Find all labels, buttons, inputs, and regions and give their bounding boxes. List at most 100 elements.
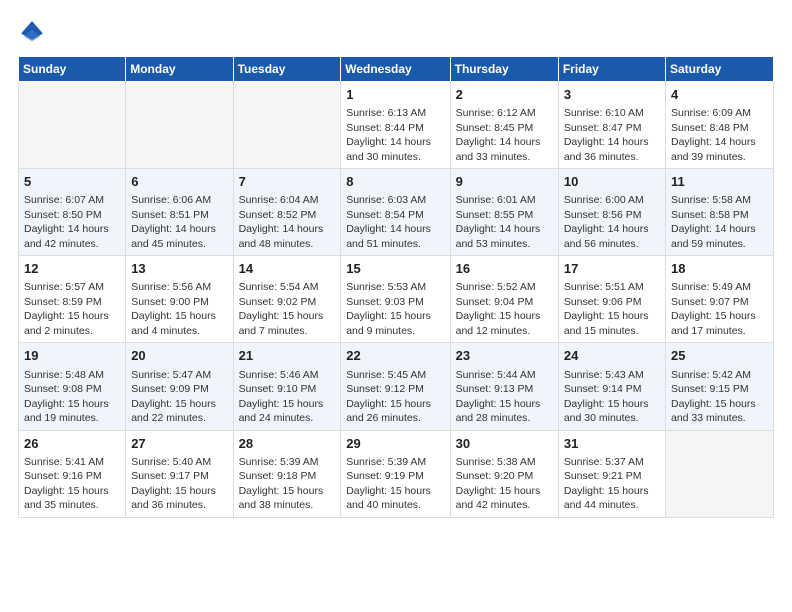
day-cell: 11 Sunrise: 5:58 AM Sunset: 8:58 PM Dayli… (666, 169, 774, 256)
day-info: Sunrise: 5:42 AM Sunset: 9:15 PM Dayligh… (671, 368, 768, 426)
day-info: Sunrise: 6:12 AM Sunset: 8:45 PM Dayligh… (456, 106, 553, 164)
day-info: Sunrise: 5:57 AM Sunset: 8:59 PM Dayligh… (24, 280, 120, 338)
day-info: Sunrise: 6:00 AM Sunset: 8:56 PM Dayligh… (564, 193, 660, 251)
day-cell: 1 Sunrise: 6:13 AM Sunset: 8:44 PM Daylig… (341, 82, 450, 169)
day-cell: 26 Sunrise: 5:41 AM Sunset: 9:16 PM Dayli… (19, 430, 126, 517)
day-cell (126, 82, 233, 169)
day-cell: 31 Sunrise: 5:37 AM Sunset: 9:21 PM Dayli… (558, 430, 665, 517)
week-row-3: 19 Sunrise: 5:48 AM Sunset: 9:08 PM Dayli… (19, 343, 774, 430)
day-cell: 9 Sunrise: 6:01 AM Sunset: 8:55 PM Daylig… (450, 169, 558, 256)
weekday-header-friday: Friday (558, 57, 665, 82)
day-number: 2 (456, 86, 553, 104)
day-cell: 24 Sunrise: 5:43 AM Sunset: 9:14 PM Dayli… (558, 343, 665, 430)
day-cell: 28Sunrise: 5:39 AM Sunset: 9:18 PM Dayli… (233, 430, 341, 517)
day-number: 14 (239, 260, 336, 278)
day-cell: 3 Sunrise: 6:10 AM Sunset: 8:47 PM Daylig… (558, 82, 665, 169)
day-number: 30 (456, 435, 553, 453)
day-cell: 2 Sunrise: 6:12 AM Sunset: 8:45 PM Daylig… (450, 82, 558, 169)
week-row-1: 5 Sunrise: 6:07 AM Sunset: 8:50 PM Daylig… (19, 169, 774, 256)
day-info: Sunrise: 5:58 AM Sunset: 8:58 PM Dayligh… (671, 193, 768, 251)
logo-icon (18, 18, 46, 46)
day-info: Sunrise: 6:06 AM Sunset: 8:51 PM Dayligh… (131, 193, 227, 251)
day-info: Sunrise: 5:37 AM Sunset: 9:21 PM Dayligh… (564, 455, 660, 513)
day-cell (233, 82, 341, 169)
day-info: Sunrise: 6:03 AM Sunset: 8:54 PM Dayligh… (346, 193, 444, 251)
day-cell (19, 82, 126, 169)
day-number: 4 (671, 86, 768, 104)
day-info: Sunrise: 5:53 AM Sunset: 9:03 PM Dayligh… (346, 280, 444, 338)
day-number: 25 (671, 347, 768, 365)
day-number: 9 (456, 173, 553, 191)
day-info: Sunrise: 5:41 AM Sunset: 9:16 PM Dayligh… (24, 455, 120, 513)
weekday-header-tuesday: Tuesday (233, 57, 341, 82)
day-number: 15 (346, 260, 444, 278)
day-cell: 23Sunrise: 5:44 AM Sunset: 9:13 PM Dayli… (450, 343, 558, 430)
day-cell: 13Sunrise: 5:56 AM Sunset: 9:00 PM Dayli… (126, 256, 233, 343)
day-cell: 4 Sunrise: 6:09 AM Sunset: 8:48 PM Daylig… (666, 82, 774, 169)
day-info: Sunrise: 6:01 AM Sunset: 8:55 PM Dayligh… (456, 193, 553, 251)
day-number: 29 (346, 435, 444, 453)
logo (18, 18, 48, 46)
day-info: Sunrise: 6:10 AM Sunset: 8:47 PM Dayligh… (564, 106, 660, 164)
day-info: Sunrise: 5:48 AM Sunset: 9:08 PM Dayligh… (24, 368, 120, 426)
header (18, 18, 774, 46)
day-cell: 14 Sunrise: 5:54 AM Sunset: 9:02 PM Dayli… (233, 256, 341, 343)
day-number: 31 (564, 435, 660, 453)
weekday-header-saturday: Saturday (666, 57, 774, 82)
day-number: 5 (24, 173, 120, 191)
day-info: Sunrise: 5:39 AM Sunset: 9:18 PM Dayligh… (239, 455, 336, 513)
day-info: Sunrise: 5:49 AM Sunset: 9:07 PM Dayligh… (671, 280, 768, 338)
day-cell: 12 Sunrise: 5:57 AM Sunset: 8:59 PM Dayli… (19, 256, 126, 343)
day-info: Sunrise: 5:45 AM Sunset: 9:12 PM Dayligh… (346, 368, 444, 426)
day-number: 24 (564, 347, 660, 365)
day-info: Sunrise: 6:04 AM Sunset: 8:52 PM Dayligh… (239, 193, 336, 251)
day-cell: 6 Sunrise: 6:06 AM Sunset: 8:51 PM Daylig… (126, 169, 233, 256)
page: SundayMondayTuesdayWednesdayThursdayFrid… (0, 0, 792, 612)
day-number: 27 (131, 435, 227, 453)
day-info: Sunrise: 5:51 AM Sunset: 9:06 PM Dayligh… (564, 280, 660, 338)
day-info: Sunrise: 6:13 AM Sunset: 8:44 PM Dayligh… (346, 106, 444, 164)
day-number: 16 (456, 260, 553, 278)
day-number: 18 (671, 260, 768, 278)
day-number: 1 (346, 86, 444, 104)
week-row-4: 26 Sunrise: 5:41 AM Sunset: 9:16 PM Dayli… (19, 430, 774, 517)
day-number: 6 (131, 173, 227, 191)
day-info: Sunrise: 5:44 AM Sunset: 9:13 PM Dayligh… (456, 368, 553, 426)
weekday-header-row: SundayMondayTuesdayWednesdayThursdayFrid… (19, 57, 774, 82)
day-cell: 10 Sunrise: 6:00 AM Sunset: 8:56 PM Dayli… (558, 169, 665, 256)
day-info: Sunrise: 5:43 AM Sunset: 9:14 PM Dayligh… (564, 368, 660, 426)
day-number: 19 (24, 347, 120, 365)
day-cell: 21Sunrise: 5:46 AM Sunset: 9:10 PM Dayli… (233, 343, 341, 430)
day-cell (666, 430, 774, 517)
day-info: Sunrise: 5:39 AM Sunset: 9:19 PM Dayligh… (346, 455, 444, 513)
day-number: 20 (131, 347, 227, 365)
day-number: 10 (564, 173, 660, 191)
day-cell: 20 Sunrise: 5:47 AM Sunset: 9:09 PM Dayli… (126, 343, 233, 430)
day-info: Sunrise: 6:09 AM Sunset: 8:48 PM Dayligh… (671, 106, 768, 164)
day-info: Sunrise: 5:52 AM Sunset: 9:04 PM Dayligh… (456, 280, 553, 338)
week-row-2: 12 Sunrise: 5:57 AM Sunset: 8:59 PM Dayli… (19, 256, 774, 343)
day-info: Sunrise: 5:47 AM Sunset: 9:09 PM Dayligh… (131, 368, 227, 426)
day-cell: 8 Sunrise: 6:03 AM Sunset: 8:54 PM Daylig… (341, 169, 450, 256)
day-cell: 16 Sunrise: 5:52 AM Sunset: 9:04 PM Dayli… (450, 256, 558, 343)
day-number: 7 (239, 173, 336, 191)
day-cell: 29 Sunrise: 5:39 AM Sunset: 9:19 PM Dayli… (341, 430, 450, 517)
day-info: Sunrise: 5:46 AM Sunset: 9:10 PM Dayligh… (239, 368, 336, 426)
weekday-header-sunday: Sunday (19, 57, 126, 82)
day-number: 12 (24, 260, 120, 278)
day-info: Sunrise: 5:56 AM Sunset: 9:00 PM Dayligh… (131, 280, 227, 338)
day-info: Sunrise: 5:54 AM Sunset: 9:02 PM Dayligh… (239, 280, 336, 338)
day-number: 11 (671, 173, 768, 191)
day-number: 3 (564, 86, 660, 104)
day-info: Sunrise: 5:38 AM Sunset: 9:20 PM Dayligh… (456, 455, 553, 513)
day-info: Sunrise: 6:07 AM Sunset: 8:50 PM Dayligh… (24, 193, 120, 251)
day-cell: 17Sunrise: 5:51 AM Sunset: 9:06 PM Dayli… (558, 256, 665, 343)
weekday-header-thursday: Thursday (450, 57, 558, 82)
day-cell: 22Sunrise: 5:45 AM Sunset: 9:12 PM Dayli… (341, 343, 450, 430)
day-cell: 27 Sunrise: 5:40 AM Sunset: 9:17 PM Dayli… (126, 430, 233, 517)
day-number: 26 (24, 435, 120, 453)
day-cell: 18 Sunrise: 5:49 AM Sunset: 9:07 PM Dayli… (666, 256, 774, 343)
day-cell: 19 Sunrise: 5:48 AM Sunset: 9:08 PM Dayli… (19, 343, 126, 430)
day-number: 8 (346, 173, 444, 191)
day-info: Sunrise: 5:40 AM Sunset: 9:17 PM Dayligh… (131, 455, 227, 513)
